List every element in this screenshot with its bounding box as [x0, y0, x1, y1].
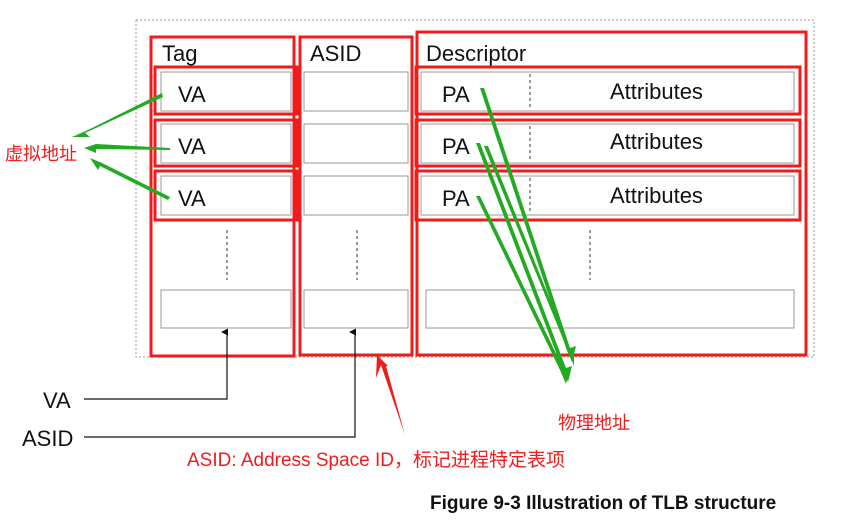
highlight-boxes — [149, 30, 808, 358]
arrow-va-3 — [90, 158, 170, 200]
row-1-va: VA — [178, 82, 206, 107]
row-2-attributes: Attributes — [610, 129, 703, 154]
asid-input-line — [84, 328, 357, 438]
arrow-va-2 — [84, 144, 170, 153]
arrow-pa-1 — [480, 88, 576, 362]
asid-red-arrow — [376, 355, 405, 435]
input-va: VA — [43, 388, 71, 413]
arrow-pa-2 — [476, 143, 572, 382]
row-3-va: VA — [178, 186, 206, 211]
virtual-address-label: 虚拟地址 — [5, 144, 77, 164]
row-1-pa: PA — [442, 82, 470, 107]
va-input-line — [84, 328, 229, 400]
row-3-attributes: Attributes — [610, 183, 703, 208]
arrow-va-1 — [72, 93, 163, 137]
header-descriptor: Descriptor — [426, 41, 526, 66]
input-asid: ASID — [22, 426, 73, 451]
physical-address-label: 物理地址 — [558, 413, 630, 433]
row-2-va: VA — [178, 134, 206, 159]
tlb-diagram: Tag ASID Descriptor VA PA Attributes VA … — [5, 19, 815, 514]
header-tag: Tag — [162, 41, 197, 66]
row-1-attributes: Attributes — [610, 79, 703, 104]
figure-caption: Figure 9-3 Illustration of TLB structure — [430, 493, 776, 514]
asid-note: ASID: Address Space ID，标记进程特定表项 — [187, 449, 565, 471]
tlb-outline — [135, 19, 815, 358]
row-2-pa: PA — [442, 134, 470, 159]
row-3-pa: PA — [442, 186, 470, 211]
header-asid: ASID — [310, 41, 361, 66]
green-arrows — [72, 88, 576, 384]
